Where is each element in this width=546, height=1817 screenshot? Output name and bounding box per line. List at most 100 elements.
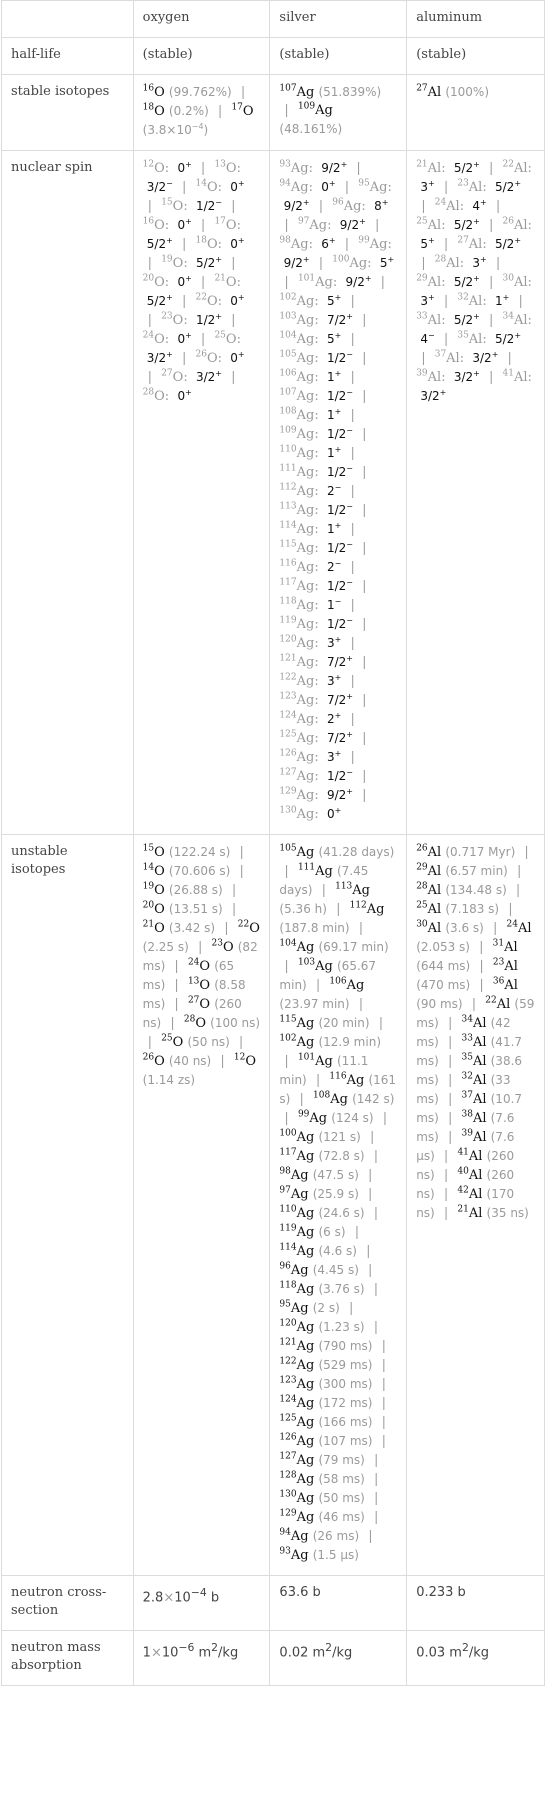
isotope-symbol: 95Ag bbox=[279, 1300, 308, 1316]
spin-value: 2− bbox=[326, 484, 341, 499]
separator: | bbox=[284, 959, 289, 974]
spin: 0 bbox=[177, 389, 186, 403]
parity: − bbox=[346, 540, 353, 549]
isotope-label: 105Ag: bbox=[279, 349, 323, 366]
spin-value: 6+ bbox=[321, 237, 335, 252]
element-symbol: Ag bbox=[296, 408, 315, 423]
spin-value: 1/2− bbox=[327, 389, 353, 404]
element-symbol: Ag bbox=[346, 978, 365, 993]
mass-number: 12 bbox=[233, 1052, 246, 1063]
half-life-value: (107 ms) bbox=[318, 1434, 373, 1448]
element-symbol: Ag bbox=[296, 370, 315, 385]
row-neutron-cross-section: neutron cross-section 2.8×10−4 b 63.6 b … bbox=[1, 1575, 545, 1631]
separator: | bbox=[489, 218, 494, 233]
mass-number: 19 bbox=[142, 881, 155, 892]
parity: − bbox=[334, 559, 342, 568]
element-symbol: Ag bbox=[343, 199, 362, 214]
element-symbol: Ag bbox=[296, 541, 315, 556]
element-symbol: Al bbox=[468, 180, 483, 195]
separator: | bbox=[479, 978, 484, 993]
separator: | bbox=[443, 237, 449, 252]
spin-entry: 19O: 5/2+ bbox=[161, 254, 222, 271]
separator: | bbox=[174, 997, 179, 1012]
isotope-symbol: 24O bbox=[188, 958, 210, 974]
half-life-value: (121 s) bbox=[318, 1130, 361, 1144]
isotope-label: 33Al: bbox=[416, 311, 450, 328]
spin: 4 bbox=[420, 332, 428, 346]
element-symbol: Ag bbox=[296, 332, 315, 347]
element-symbol: Ag bbox=[296, 598, 315, 613]
isotope-symbol: 109Ag bbox=[298, 102, 333, 118]
spin-value: 3/2− bbox=[147, 180, 173, 195]
element-symbol: Ag bbox=[315, 1054, 333, 1069]
spin: 1 bbox=[495, 294, 503, 308]
half-life-value: (2.25 s) bbox=[142, 940, 189, 954]
element-symbol: Ag bbox=[296, 294, 315, 309]
mass-number: 25 bbox=[416, 216, 428, 227]
spin-entry: 107Ag: 1/2− bbox=[279, 388, 353, 404]
column-header-silver: silver bbox=[269, 0, 408, 38]
spin: 4 bbox=[472, 199, 481, 213]
element-symbol: Al bbox=[427, 275, 442, 290]
element-symbol: Al bbox=[468, 1168, 483, 1183]
spin-entry: 94Ag: 0+ bbox=[279, 178, 335, 195]
isotope-label: 19O: bbox=[161, 254, 192, 271]
spin-value: 3/2+ bbox=[196, 370, 222, 385]
separator: | bbox=[362, 503, 367, 518]
separator: | bbox=[373, 1320, 379, 1335]
spin: 2 bbox=[326, 484, 335, 498]
spin-entry: 24O: 0+ bbox=[143, 331, 192, 347]
isotope-symbol: 19O bbox=[142, 881, 165, 898]
element-symbol: Al bbox=[472, 1111, 487, 1126]
isotope-symbol: 93Ag bbox=[279, 1547, 309, 1563]
separator: | bbox=[231, 313, 236, 328]
spin: 1/2 bbox=[195, 313, 216, 327]
spin-entry: 122Ag: 3+ bbox=[279, 673, 342, 689]
element-symbol: Al bbox=[472, 1016, 487, 1031]
element-symbol: Ag bbox=[296, 788, 315, 803]
mass-number: 96 bbox=[332, 197, 344, 208]
spin-value: 0+ bbox=[321, 180, 335, 195]
parity: + bbox=[334, 673, 342, 682]
element-symbol: Al bbox=[468, 237, 483, 252]
row-label-stable-isotopes: stable isotopes bbox=[1, 74, 134, 151]
row-label-unstable-isotopes: unstable isotopes bbox=[1, 834, 134, 1576]
mass-number: 24 bbox=[434, 197, 447, 208]
mass-number: 94 bbox=[279, 178, 291, 189]
parity: + bbox=[302, 255, 310, 264]
element-symbol: Ag bbox=[296, 446, 315, 461]
separator: | bbox=[362, 655, 367, 670]
isotope-symbol: 122Ag bbox=[279, 1357, 314, 1373]
isotope-symbol: 15O bbox=[143, 844, 165, 860]
spin-value: 9/2+ bbox=[346, 275, 372, 290]
mass-number: 27 bbox=[161, 368, 173, 379]
mass-number: 115 bbox=[279, 1014, 297, 1025]
mass-number: 20 bbox=[142, 273, 155, 284]
spin: 0 bbox=[177, 332, 186, 346]
separator: | bbox=[381, 1434, 387, 1449]
spin-entry: 18O: 0+ bbox=[195, 236, 244, 252]
unstable-isotopes-oxygen: 15O (122.24 s) | 14O (70.606 s) | 19O (2… bbox=[132, 834, 271, 1576]
mass-number: 41 bbox=[502, 368, 514, 379]
separator: | bbox=[362, 541, 367, 556]
mass-number: 118 bbox=[279, 1280, 297, 1291]
separator: | bbox=[382, 1111, 388, 1126]
value: 0.02 m bbox=[279, 1645, 326, 1661]
separator: | bbox=[362, 693, 367, 708]
isotope-symbol: 94Ag bbox=[279, 1528, 308, 1544]
spin: 7/2 bbox=[326, 313, 347, 327]
parity: + bbox=[346, 692, 353, 701]
separator: | bbox=[362, 389, 367, 404]
element-symbol: Ag bbox=[296, 617, 315, 632]
element-symbol: Ag bbox=[290, 1548, 309, 1563]
spin: 2 bbox=[326, 712, 335, 726]
half-life-value: (4.6 s) bbox=[318, 1244, 357, 1258]
separator: | bbox=[447, 1111, 453, 1126]
isotope-entry: 122Ag (529 ms) bbox=[279, 1357, 372, 1373]
half-life-aluminum: (stable) bbox=[406, 37, 545, 75]
separator: | bbox=[489, 161, 494, 176]
mass-number: 28 bbox=[183, 1014, 196, 1025]
spin-entry: 109Ag: 1/2− bbox=[279, 426, 353, 442]
isotope-entry: 104Ag (69.17 min) bbox=[279, 939, 388, 955]
isotope-entry: 129Ag (46 ms) bbox=[279, 1509, 364, 1525]
